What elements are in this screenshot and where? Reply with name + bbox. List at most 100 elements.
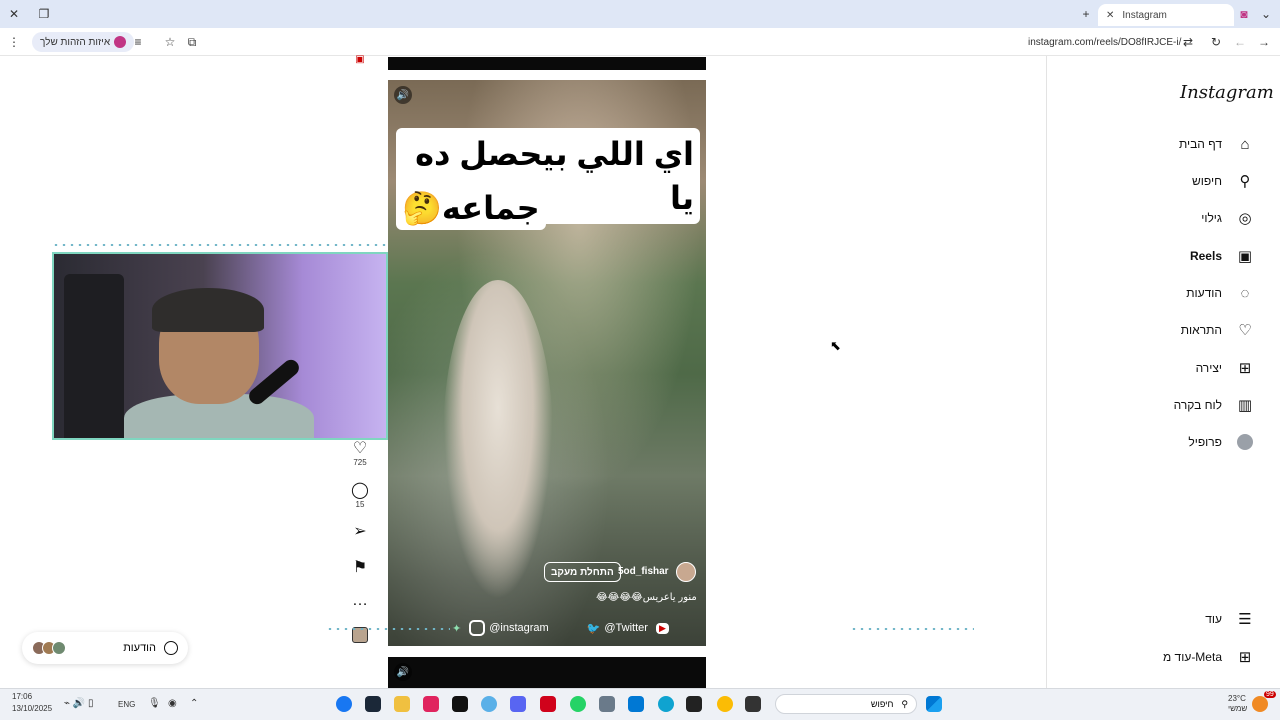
streamer-webcam xyxy=(52,252,388,440)
adobe-icon[interactable] xyxy=(540,696,556,712)
browser-tab-bar: ✕ ❐ + ✕ Instagram ◙ ⌄ xyxy=(0,0,1280,28)
avatar xyxy=(52,641,66,655)
author-avatar[interactable] xyxy=(676,562,696,582)
store-icon[interactable] xyxy=(628,696,644,712)
youtube-icon: ▶ xyxy=(655,622,669,634)
notification-badge: 99 xyxy=(1264,691,1276,698)
nav-label: יצירה xyxy=(1195,361,1222,375)
windows-start-icon[interactable] xyxy=(926,696,942,712)
input-language[interactable]: ENG xyxy=(118,700,135,709)
messages-chip[interactable]: הודעות xyxy=(22,632,188,664)
nav-label: דף הבית xyxy=(1178,137,1222,151)
more-options-icon[interactable]: … xyxy=(350,592,370,610)
weather-condition[interactable]: שמשי xyxy=(1228,704,1247,713)
twitter-icon: 🐦 xyxy=(586,622,601,635)
tray-mic-icon[interactable]: 🎙 xyxy=(148,698,161,709)
extensions-icon[interactable]: ⧉ xyxy=(182,32,202,52)
terminal-icon[interactable] xyxy=(745,696,761,712)
nav-explore[interactable]: גילוי ◎ xyxy=(1201,206,1254,230)
hamburger-icon: ☰ xyxy=(1238,611,1252,628)
app-icon[interactable] xyxy=(481,696,497,712)
caption-line-2: جماعه🤔 xyxy=(396,186,546,230)
twitter-handle: 🐦 @Twitter xyxy=(587,622,648,635)
tray-chevron-icon[interactable]: ⌃ xyxy=(190,698,198,709)
taskbar-search[interactable]: חיפוש ⚲ xyxy=(775,694,917,714)
caption-line-2-box: جماعه🤔 xyxy=(396,186,546,230)
nav-search[interactable]: חיפוש ⚲ xyxy=(1192,169,1254,193)
discord-icon[interactable] xyxy=(510,696,526,712)
stream-bar-decoration xyxy=(850,628,974,630)
volume-icon[interactable]: 🔊 xyxy=(394,663,412,681)
like-icon[interactable]: ♡ xyxy=(350,438,370,458)
next-reel[interactable]: 🔊 xyxy=(388,657,706,688)
nav-reels[interactable]: Reels ▣ xyxy=(1190,244,1254,268)
close-window-icon[interactable]: ✕ xyxy=(4,4,24,24)
nav-divider xyxy=(1046,56,1047,688)
weather-temp[interactable]: 23°C xyxy=(1228,694,1246,703)
messages-chip-label: הודעות xyxy=(123,642,156,654)
new-tab-icon[interactable]: + xyxy=(1076,4,1096,24)
comment-icon[interactable]: ◯ xyxy=(350,480,370,500)
tab-title: Instagram xyxy=(1122,9,1167,21)
reel-video[interactable]: 🔊 اي اللي بيحصل ده يا جماعه🤔 התחלת מעקב … xyxy=(388,80,706,646)
top-action-icon[interactable]: ▣ xyxy=(350,54,370,65)
nav-home[interactable]: דף הבית ⌂ xyxy=(1179,132,1254,156)
nav-create[interactable]: יצירה ⊞ xyxy=(1196,356,1254,380)
profile-pill-label: איזות הזהות שלך xyxy=(40,36,111,48)
app-icon[interactable] xyxy=(686,696,702,712)
nav-meta[interactable]: עוד מ-Meta ⊞ xyxy=(1163,645,1254,669)
restore-window-icon[interactable]: ❐ xyxy=(34,4,54,24)
menu-dots-icon[interactable]: ⋮ xyxy=(4,32,24,52)
tab-instagram[interactable]: ✕ Instagram xyxy=(1098,4,1234,26)
audio-avatar[interactable] xyxy=(350,627,370,648)
instagram-handle: @instagram xyxy=(469,620,549,636)
app-icon[interactable] xyxy=(423,696,439,712)
tray-icons[interactable]: ⌁ 🔊 ▯ xyxy=(64,698,94,709)
nav-more[interactable]: עוד ☰ xyxy=(1205,607,1254,631)
whatsapp-icon[interactable] xyxy=(570,696,586,712)
nav-notifications[interactable]: התראות ♡ xyxy=(1181,318,1254,342)
reel-author[interactable]: 5od_fishar xyxy=(618,566,669,577)
home-icon: ⌂ xyxy=(1240,135,1250,153)
file-explorer-icon[interactable] xyxy=(394,696,410,712)
share-icon[interactable]: ➢ xyxy=(350,521,370,541)
profile-pill[interactable]: איזות הזהות שלך xyxy=(32,32,135,52)
messenger-icon: ◌ xyxy=(1240,284,1250,302)
taskbar-time[interactable]: 17:06 xyxy=(12,692,32,701)
volume-icon[interactable]: 🔊 xyxy=(394,86,412,104)
back-icon[interactable]: → xyxy=(1254,32,1274,52)
previous-reel[interactable] xyxy=(388,57,706,70)
reload-icon[interactable]: ↻ xyxy=(1206,32,1226,52)
reels-icon: ▣ xyxy=(1237,248,1253,265)
steam-icon[interactable] xyxy=(365,696,381,712)
heart-icon: ♡ xyxy=(1238,322,1252,339)
nav-label: עוד xyxy=(1205,612,1222,626)
tiktok-icon[interactable] xyxy=(452,696,468,712)
facebook-icon[interactable] xyxy=(336,696,352,712)
edge-icon[interactable] xyxy=(658,696,674,712)
weather-sun-icon[interactable] xyxy=(1252,696,1268,712)
address-bar[interactable]: instagram.com/reels/DO8fIRJCE-i/ xyxy=(960,32,1202,52)
instagram-logo[interactable]: Instagram xyxy=(1180,82,1274,103)
bookmark-star-icon[interactable]: ☆ xyxy=(160,32,180,52)
reel-description[interactable]: منور ياعريس😂😂😂😂 xyxy=(596,592,697,603)
instagram-favicon-icon[interactable]: ◙ xyxy=(1234,4,1254,24)
nav-dashboard[interactable]: לוח בקרה ▥ xyxy=(1174,393,1254,417)
nav-profile[interactable]: פרופיל xyxy=(1188,430,1254,454)
save-bookmark-icon[interactable]: ⚑ xyxy=(350,557,370,577)
tray-app-icon[interactable]: ◉ xyxy=(168,698,177,709)
taskbar-date[interactable]: 13/10/2025 xyxy=(12,704,52,713)
messages-avatars xyxy=(32,641,66,655)
forward-icon[interactable]: ← xyxy=(1230,32,1250,52)
nav-messages[interactable]: הודעות ◌ xyxy=(1186,281,1254,305)
twitter-handle-text: @Twitter xyxy=(604,622,648,634)
nav-label: עוד מ-Meta xyxy=(1162,650,1222,664)
follow-button[interactable]: התחלת מעקב xyxy=(544,562,621,582)
tab-list-icon[interactable]: ⌄ xyxy=(1256,4,1276,24)
instagram-icon xyxy=(469,620,486,636)
tab-close-icon[interactable]: ✕ xyxy=(1106,10,1114,21)
nav-label: לוח בקרה xyxy=(1173,398,1222,412)
chrome-icon[interactable] xyxy=(717,696,733,712)
calculator-icon[interactable] xyxy=(599,696,615,712)
address-url: instagram.com/reels/DO8fIRJCE-i/ xyxy=(1028,36,1182,48)
